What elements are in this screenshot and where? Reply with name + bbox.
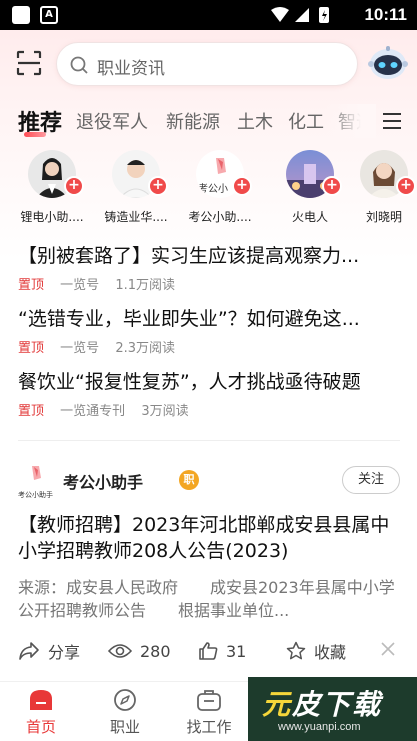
account-item[interactable]: + 铸造业华....: [96, 150, 176, 225]
collect-button[interactable]: 收藏: [286, 638, 346, 664]
follow-plus-icon[interactable]: +: [64, 176, 84, 196]
follow-plus-icon[interactable]: +: [232, 176, 252, 196]
pinned-meta: 置顶 一览号 2.3万阅读: [18, 337, 400, 356]
pinned-source: 一览通专刊: [60, 404, 126, 419]
pinned-item[interactable]: 【别被套路了】实习生应该提高观察力... 置顶 一览号 1.1万阅读: [18, 242, 400, 305]
account-name: 锂电小助....: [20, 210, 84, 224]
divider: [18, 440, 400, 441]
account-name: 刘晓明: [365, 210, 402, 224]
pinned-list: 【别被套路了】实习生应该提高观察力... 置顶 一览号 1.1万阅读 “选错专业…: [18, 242, 400, 431]
follow-plus-icon[interactable]: +: [148, 176, 168, 196]
pinned-source: 一览号: [60, 341, 100, 356]
clock: 10:11: [364, 5, 407, 24]
avatar: +: [28, 150, 84, 198]
views-count: 280: [108, 638, 171, 664]
tab-chemical[interactable]: 化工: [288, 108, 324, 134]
collect-label: 收藏: [314, 643, 347, 662]
scan-icon[interactable]: [16, 50, 42, 76]
follow-button[interactable]: 关注: [342, 466, 400, 494]
avatar: 考公小 +: [196, 150, 252, 198]
nav-find-job-label: 找工作: [186, 718, 232, 736]
pinned-title[interactable]: 【别被套路了】实习生应该提高观察力...: [18, 242, 400, 270]
compass-icon: [114, 689, 136, 711]
close-icon[interactable]: [380, 641, 396, 657]
pinned-tag: 置顶: [18, 278, 45, 293]
pinned-reads: 3万阅读: [141, 404, 189, 419]
pinned-reads: 1.1万阅读: [115, 278, 175, 293]
pinned-reads: 2.3万阅读: [115, 341, 175, 356]
pinned-title[interactable]: 餐饮业“报复性复苏”，人才挑战亟待破题: [18, 368, 400, 396]
tabs-fade: [326, 104, 376, 138]
account-logo-text: 考公小: [198, 184, 228, 195]
search-icon: [70, 56, 88, 74]
eye-icon: [108, 644, 132, 658]
verified-badge: 职: [179, 470, 199, 490]
views-value: 280: [140, 641, 171, 661]
article-title[interactable]: 【教师招聘】2023年河北邯郸成安县县属中小学招聘教师208人公告(2023): [18, 512, 400, 564]
search-placeholder: 职业资讯: [97, 59, 165, 79]
account-name: 铸造业华....: [104, 210, 168, 224]
watermark-logo: 元皮下载 www.yuanpi.com: [248, 677, 417, 741]
share-button[interactable]: 分享: [18, 638, 80, 664]
menu-icon[interactable]: [382, 112, 402, 130]
article-actions: 分享 280 31 收藏: [18, 638, 400, 664]
notification-icon: [12, 6, 30, 24]
star-icon: [286, 641, 306, 660]
home-icon: [30, 690, 52, 710]
avatar: +: [286, 150, 342, 198]
article-excerpt[interactable]: 来源：成安县人民政府 成安县2023年县属中小学公开招聘教师公告 根据事业单位.…: [18, 576, 400, 622]
pinned-item[interactable]: “选错专业，毕业即失业”？如何避免这... 置顶 一览号 2.3万阅读: [18, 305, 400, 368]
pinned-source: 一览号: [60, 278, 100, 293]
tab-veterans[interactable]: 退役军人: [76, 108, 148, 134]
watermark-text-a: 元: [262, 688, 293, 721]
watermark-text-b: 皮下载: [292, 688, 383, 721]
author-logo-text: 考公小助手: [18, 491, 53, 499]
nav-career-label: 职业: [109, 718, 140, 736]
pinned-title[interactable]: “选错专业，毕业即失业”？如何避免这...: [18, 305, 400, 333]
follow-plus-icon[interactable]: +: [396, 176, 416, 196]
account-item[interactable]: + 火电人: [270, 150, 350, 225]
category-tabs: 推荐 退役军人 新能源 土木 化工 智造: [0, 104, 417, 138]
watermark-url: www.yuanpi.com: [278, 721, 361, 733]
briefcase-icon: [197, 690, 221, 711]
author-name[interactable]: 考公小助手: [63, 469, 143, 493]
thumbs-up-icon: [199, 642, 218, 660]
pinned-meta: 置顶 一览通专刊 3万阅读: [18, 400, 400, 419]
likes-value: 31: [226, 641, 247, 661]
pinned-tag: 置顶: [18, 404, 45, 419]
account-item[interactable]: + 锂电小助....: [12, 150, 92, 225]
account-item[interactable]: + 刘晓明: [344, 150, 417, 225]
account-name: 考公小助....: [188, 210, 252, 224]
like-button[interactable]: 31: [198, 638, 246, 664]
share-label: 分享: [48, 643, 81, 662]
pinned-tag: 置顶: [18, 341, 45, 356]
nav-home[interactable]: 首页: [6, 688, 76, 737]
article-header: 考公小助手 考公小助手 职 关注: [18, 462, 400, 502]
nav-career[interactable]: 职业: [90, 688, 160, 737]
search-input[interactable]: 职业资讯: [56, 42, 358, 86]
pinned-item[interactable]: 餐饮业“报复性复苏”，人才挑战亟待破题 置顶 一览通专刊 3万阅读: [18, 368, 400, 431]
tab-civil-engineering[interactable]: 土木: [237, 108, 273, 134]
signal-icons: [271, 7, 329, 23]
author-avatar[interactable]: 考公小助手: [18, 464, 54, 499]
pinned-meta: 置顶 一览号 1.1万阅读: [18, 274, 400, 293]
app-notification-icon: A: [40, 6, 58, 24]
avatar: +: [360, 150, 416, 198]
nav-home-label: 首页: [25, 718, 56, 736]
status-bar: A 10:11: [0, 0, 417, 30]
share-icon: [19, 642, 39, 660]
tab-new-energy[interactable]: 新能源: [166, 108, 220, 134]
avatar: +: [112, 150, 168, 198]
ai-assistant-icon[interactable]: [368, 45, 408, 81]
account-item[interactable]: 考公小 + 考公小助....: [180, 150, 260, 225]
followed-accounts: + 锂电小助.... + 铸造业华.... 考公小 + 考公小助.... + 火…: [0, 150, 417, 230]
nav-find-job[interactable]: 找工作: [174, 688, 244, 737]
follow-plus-icon[interactable]: +: [322, 176, 342, 196]
account-name: 火电人: [291, 210, 328, 224]
active-tab-indicator: [24, 132, 46, 137]
